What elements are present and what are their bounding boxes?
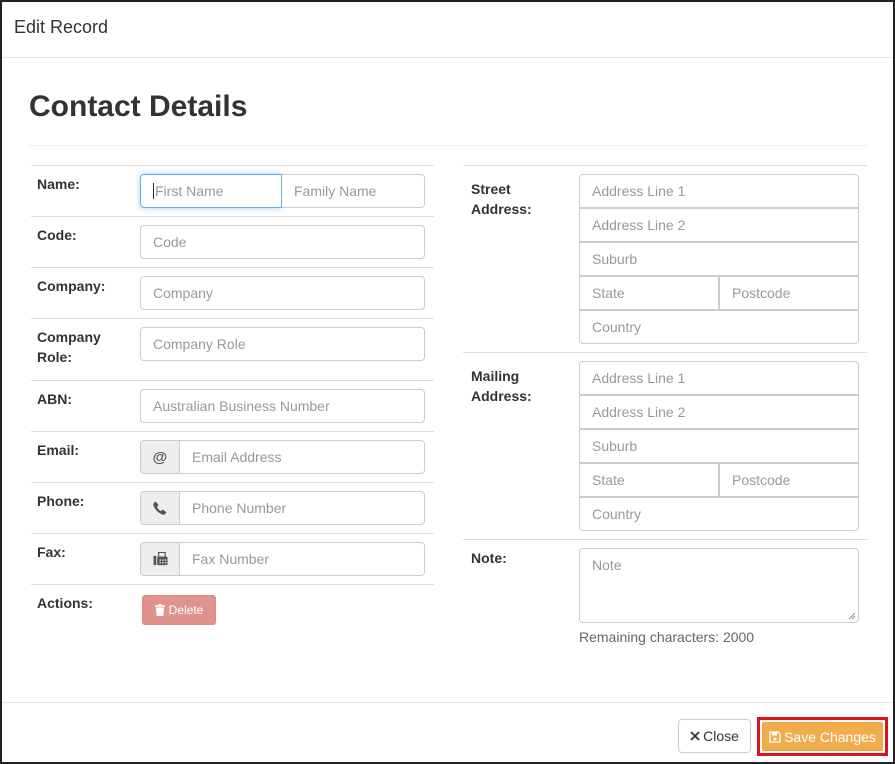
company-input[interactable]: Company	[140, 276, 425, 310]
street-state-input[interactable]: State	[579, 276, 719, 310]
title-divider	[29, 145, 867, 146]
company-placeholder: Company	[153, 285, 213, 301]
x-icon	[690, 731, 700, 741]
mailing-postcode-placeholder: Postcode	[732, 472, 791, 488]
fax-icon	[140, 542, 180, 576]
row-divider	[463, 352, 867, 353]
save-changes-label: Save Changes	[784, 728, 876, 745]
edit-record-modal: Edit Record Contact Details Name: First …	[0, 0, 895, 764]
mailing-country-placeholder: Country	[592, 506, 642, 522]
modal-title: Edit Record	[14, 17, 109, 37]
mailing-suburb-placeholder: Suburb	[592, 438, 638, 454]
phone-label: Phone:	[37, 493, 85, 509]
mailing-line1-input[interactable]: Address Line 1	[579, 361, 859, 395]
save-changes-button[interactable]: Save Changes	[762, 722, 883, 751]
street-country-input[interactable]: Country	[579, 310, 859, 344]
row-divider	[31, 165, 434, 166]
mailing-address-label-line2: Address:	[471, 388, 532, 404]
phone-icon	[140, 491, 180, 525]
abn-label: ABN:	[37, 391, 72, 407]
row-divider	[31, 216, 434, 217]
company-role-label-line1: Company	[37, 329, 101, 345]
company-role-label-line2: Role:	[37, 349, 72, 365]
street-suburb-input[interactable]: Suburb	[579, 242, 859, 276]
page-title: Contact Details	[29, 90, 248, 123]
first-name-placeholder: First Name	[155, 183, 224, 199]
note-label: Note:	[471, 550, 507, 566]
resize-handle-icon[interactable]	[848, 612, 856, 620]
code-placeholder: Code	[153, 234, 187, 250]
street-line1-input[interactable]: Address Line 1	[579, 174, 859, 208]
save-button-highlight: Save Changes	[757, 717, 888, 756]
fax-input[interactable]: Fax Number	[180, 542, 425, 576]
text-caret	[153, 183, 154, 199]
abn-input[interactable]: Australian Business Number	[140, 389, 425, 423]
note-placeholder: Note	[592, 557, 622, 573]
code-input[interactable]: Code	[140, 225, 425, 259]
mailing-line2-placeholder: Address Line 2	[592, 404, 686, 420]
remaining-characters: Remaining characters: 2000	[579, 629, 755, 645]
footer-divider	[2, 702, 893, 703]
mailing-suburb-input[interactable]: Suburb	[579, 429, 859, 463]
mailing-state-placeholder: State	[592, 472, 625, 488]
family-name-placeholder: Family Name	[294, 183, 377, 199]
mailing-country-input[interactable]: Country	[579, 497, 859, 531]
row-divider	[31, 267, 434, 268]
abn-placeholder: Australian Business Number	[153, 398, 330, 414]
name-label: Name:	[37, 176, 80, 192]
street-postcode-input[interactable]: Postcode	[719, 276, 859, 310]
email-addon-text: @	[152, 448, 168, 466]
street-state-placeholder: State	[592, 285, 625, 301]
street-address-label-line1: Street	[471, 181, 511, 197]
email-placeholder: Email Address	[192, 449, 282, 465]
floppy-disk-icon	[769, 730, 781, 743]
street-line2-input[interactable]: Address Line 2	[579, 208, 859, 242]
fax-label: Fax:	[37, 544, 66, 560]
row-divider	[31, 482, 434, 483]
fax-placeholder: Fax Number	[192, 551, 270, 567]
close-label: Close	[703, 728, 739, 744]
row-divider	[463, 165, 867, 166]
close-button[interactable]: Close	[678, 719, 751, 753]
row-divider	[31, 318, 434, 319]
mailing-address-label-line1: Mailing	[471, 368, 520, 384]
mailing-line1-placeholder: Address Line 1	[592, 370, 686, 386]
row-divider	[31, 584, 434, 585]
code-label: Code:	[37, 227, 77, 243]
street-line2-placeholder: Address Line 2	[592, 217, 686, 233]
phone-placeholder: Phone Number	[192, 500, 287, 516]
street-country-placeholder: Country	[592, 319, 642, 335]
street-line1-placeholder: Address Line 1	[592, 183, 686, 199]
first-name-input[interactable]: First Name	[140, 174, 282, 208]
actions-label: Actions:	[37, 595, 93, 611]
email-label: Email:	[37, 442, 80, 458]
trash-icon	[154, 604, 165, 616]
row-divider	[31, 431, 434, 432]
mailing-state-input[interactable]: State	[579, 463, 719, 497]
street-postcode-placeholder: Postcode	[732, 285, 791, 301]
street-suburb-placeholder: Suburb	[592, 251, 638, 267]
note-textarea[interactable]: Note	[579, 548, 859, 623]
mailing-postcode-input[interactable]: Postcode	[719, 463, 859, 497]
company-role-input[interactable]: Company Role	[140, 327, 425, 361]
at-icon: @	[140, 440, 180, 474]
mailing-line2-input[interactable]: Address Line 2	[579, 395, 859, 429]
family-name-input[interactable]: Family Name	[282, 174, 425, 208]
company-label: Company:	[37, 278, 106, 294]
delete-button[interactable]: Delete	[142, 595, 216, 625]
street-address-label-line2: Address:	[471, 201, 532, 217]
row-divider	[463, 539, 867, 540]
email-input[interactable]: Email Address	[180, 440, 425, 474]
company-role-placeholder: Company Role	[153, 336, 246, 352]
phone-input[interactable]: Phone Number	[180, 491, 425, 525]
row-divider	[31, 533, 434, 534]
modal-header: Edit Record	[2, 2, 893, 58]
row-divider	[31, 380, 434, 381]
delete-label: Delete	[168, 603, 204, 617]
